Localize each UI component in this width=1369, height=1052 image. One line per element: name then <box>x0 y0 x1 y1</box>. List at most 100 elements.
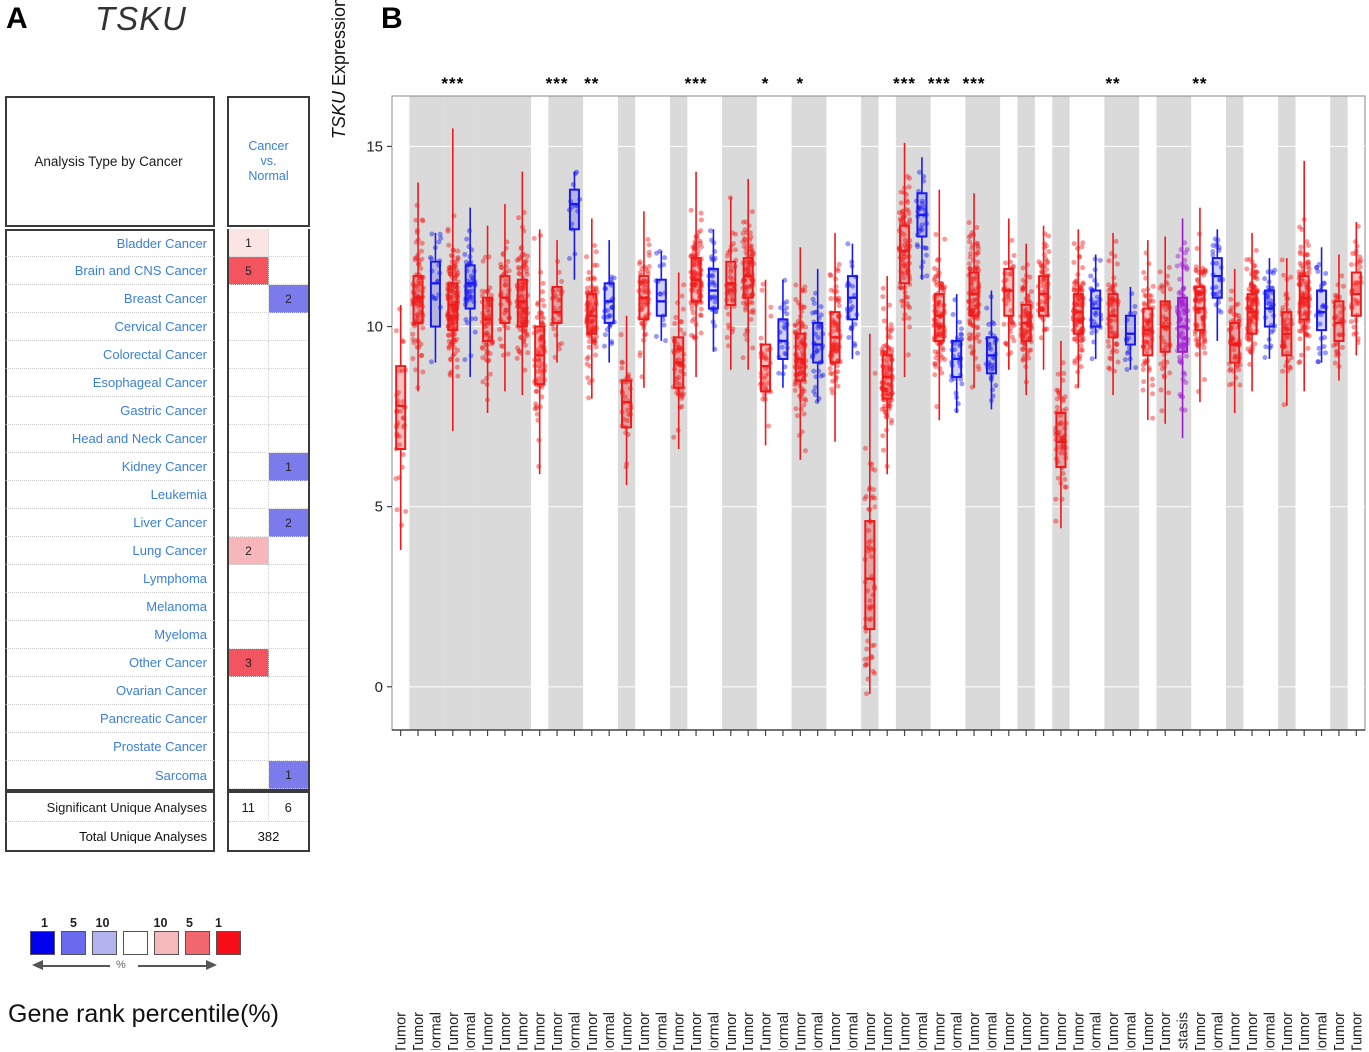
heatmap-cell-under[interactable] <box>269 621 308 649</box>
cancer-type-label[interactable]: Myeloma <box>5 621 215 649</box>
x-tick-label[interactable]: PRAD.Normal <box>1089 1012 1105 1050</box>
heatmap-cell-over[interactable] <box>229 761 270 789</box>
box[interactable] <box>1003 267 1015 317</box>
heatmap-cell-over[interactable] <box>229 313 270 341</box>
heatmap-cell-under[interactable] <box>269 677 308 705</box>
cancer-type-label[interactable]: Lymphoma <box>5 565 215 593</box>
heatmap-cell-under[interactable] <box>269 565 308 593</box>
x-tick-label[interactable]: BRCA-Basal.Tumor <box>481 1012 497 1050</box>
cancer-type-label[interactable]: Other Cancer <box>5 649 215 677</box>
heatmap-cell-over[interactable]: 1 <box>229 229 270 257</box>
boxplot-group[interactable] <box>601 240 617 363</box>
box[interactable] <box>742 257 754 299</box>
heatmap-cell-over[interactable] <box>229 565 270 593</box>
heatmap-cell-over[interactable] <box>229 509 270 537</box>
x-tick-label[interactable]: UVM.Tumor <box>1349 1012 1365 1050</box>
box[interactable] <box>621 379 633 429</box>
cancer-type-label[interactable]: Ovarian Cancer <box>5 677 215 705</box>
box[interactable] <box>760 343 772 393</box>
box[interactable] <box>447 282 459 332</box>
x-tick-label[interactable]: PCPG.Tumor <box>1054 1012 1070 1050</box>
heatmap-cell-over[interactable] <box>229 285 270 313</box>
x-tick-label[interactable]: COAD.Normal <box>602 1012 618 1050</box>
cancer-type-label[interactable]: Liver Cancer <box>5 509 215 537</box>
box[interactable] <box>1142 307 1154 357</box>
x-tick-label[interactable]: OV.Tumor <box>1019 1012 1035 1050</box>
heatmap-cell-over[interactable]: 2 <box>229 537 270 565</box>
heatmap-cell-under[interactable] <box>269 593 308 621</box>
boxplot-group[interactable] <box>827 232 843 442</box>
box[interactable] <box>1177 296 1189 353</box>
box[interactable] <box>1229 321 1241 364</box>
heatmap-cell-under[interactable] <box>269 649 308 677</box>
cancer-type-label[interactable]: Esophageal Cancer <box>5 369 215 397</box>
box[interactable] <box>777 318 789 360</box>
x-tick-label[interactable]: UCS.Tumor <box>1332 1012 1348 1050</box>
x-tick-label[interactable]: HNSC.Normal <box>706 1012 722 1050</box>
box[interactable] <box>1211 257 1223 299</box>
box[interactable] <box>568 188 580 231</box>
heatmap-cell-over[interactable] <box>229 705 270 733</box>
x-tick-label[interactable]: LAML.Tumor <box>863 1012 879 1050</box>
boxplot-group[interactable] <box>1296 160 1312 392</box>
box[interactable] <box>1072 293 1084 335</box>
box[interactable] <box>655 278 667 317</box>
x-tick-label[interactable]: KIRP.Tumor <box>828 1012 844 1050</box>
x-tick-label[interactable]: UCEC.Normal <box>1315 1012 1331 1050</box>
x-tick-label[interactable]: COAD.Tumor <box>585 1012 601 1050</box>
heatmap-cell-under[interactable]: 2 <box>269 285 308 313</box>
heatmap-cell-over[interactable]: 5 <box>229 257 270 285</box>
heatmap-cell-under[interactable] <box>269 705 308 733</box>
boxplot-group[interactable] <box>931 189 948 421</box>
x-tick-label[interactable]: CESC.Tumor <box>533 1012 549 1050</box>
boxplot-group[interactable] <box>1348 222 1364 356</box>
box[interactable] <box>707 267 719 310</box>
box[interactable] <box>794 332 806 382</box>
heatmap-cell-under[interactable] <box>269 369 308 397</box>
box[interactable] <box>395 365 407 451</box>
cancer-type-label[interactable]: Bladder Cancer <box>5 229 215 257</box>
boxplot-group[interactable] <box>1140 240 1156 421</box>
cancer-type-label[interactable]: Pancreatic Cancer <box>5 705 215 733</box>
x-tick-label[interactable]: STAD.Normal <box>1210 1012 1226 1050</box>
boxplot-group[interactable] <box>776 277 790 388</box>
x-tick-label[interactable]: READ.Tumor <box>1106 1012 1122 1050</box>
x-tick-label[interactable]: BRCA-Her2.Tumor <box>498 1012 514 1050</box>
boxplot-group[interactable] <box>1313 247 1329 365</box>
x-tick-label[interactable]: BLCA.Normal <box>428 1012 444 1050</box>
box[interactable] <box>1316 289 1328 332</box>
x-tick-label[interactable]: STAD.Tumor <box>1193 1012 1209 1050</box>
cancer-type-label[interactable]: Leukemia <box>5 481 215 509</box>
x-tick-label[interactable]: BRCA-Luminal.Tumor <box>515 1012 531 1050</box>
box[interactable] <box>412 275 424 324</box>
x-tick-label[interactable]: TGCT.Tumor <box>1228 1012 1244 1050</box>
heatmap-cell-under[interactable] <box>269 229 308 257</box>
x-tick-label[interactable]: THCA.Normal <box>1262 1012 1278 1050</box>
x-tick-label[interactable]: PAAD.Tumor <box>1037 1012 1053 1050</box>
x-tick-label[interactable]: CHOL.Normal <box>567 1012 583 1050</box>
box[interactable] <box>1246 293 1258 335</box>
box[interactable] <box>603 282 615 324</box>
x-tick-label[interactable]: KIRC.Normal <box>811 1012 827 1050</box>
x-tick-label[interactable]: KIRP.Normal <box>845 1012 861 1050</box>
heatmap-cell-over[interactable] <box>229 453 270 481</box>
x-tick-label[interactable]: SARC.Tumor <box>1141 1012 1157 1050</box>
boxplot-group[interactable] <box>1210 229 1226 341</box>
heatmap-cell-over[interactable] <box>229 621 270 649</box>
box[interactable] <box>516 278 528 328</box>
box[interactable] <box>899 224 911 285</box>
x-tick-label[interactable]: LUAD.Tumor <box>932 1012 948 1050</box>
x-tick-label[interactable]: PRAD.Tumor <box>1071 1012 1087 1050</box>
x-tick-label[interactable]: BLCA.Tumor <box>411 1012 427 1050</box>
heatmap-cell-over[interactable] <box>229 677 270 705</box>
x-tick-label[interactable]: HNSC-HPVpos.Tumor <box>724 1012 740 1050</box>
x-tick-label[interactable]: UCEC.Tumor <box>1297 1012 1313 1050</box>
x-tick-label[interactable]: BRCA.Tumor <box>446 1012 462 1050</box>
box[interactable] <box>864 520 876 631</box>
boxplot-group[interactable] <box>844 241 861 359</box>
x-tick-label[interactable]: MESO.Tumor <box>1002 1012 1018 1050</box>
heatmap-cell-over[interactable] <box>229 733 270 761</box>
boxplot-group[interactable] <box>1000 218 1017 370</box>
x-tick-label[interactable]: CHOL.Tumor <box>550 1012 566 1050</box>
heatmap-cell-under[interactable] <box>269 733 308 761</box>
